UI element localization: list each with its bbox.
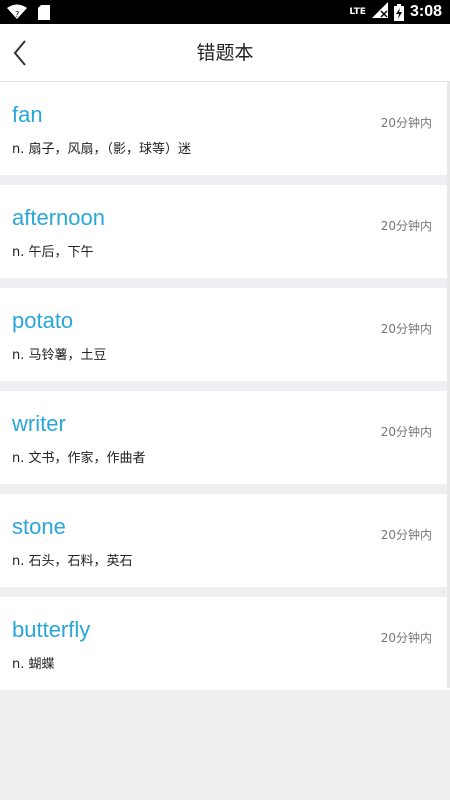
list-item[interactable]: butterfly 20分钟内 n. 蝴蝶: [0, 597, 450, 690]
word-text: potato: [12, 308, 74, 333]
app-bar: 错题本: [0, 24, 450, 82]
word-text: stone: [12, 514, 66, 539]
meaning-text: n. 文书，作家，作曲者: [12, 451, 146, 466]
word-text: butterfly: [12, 617, 91, 642]
battery-icon: [393, 3, 404, 21]
list-item[interactable]: stone 20分钟内 n. 石头，石料，英石: [0, 494, 450, 587]
list-item[interactable]: fan 20分钟内 n. 扇子，风扇，（影，球等）迷: [0, 82, 450, 175]
meaning-text: n. 蝴蝶: [12, 657, 55, 672]
list-item[interactable]: potato 20分钟内 n. 马铃薯，土豆: [0, 288, 450, 381]
time-label: 20分钟内: [380, 528, 432, 542]
word-text: afternoon: [12, 205, 105, 230]
svg-text:?: ?: [15, 10, 19, 19]
meaning-text: n. 扇子，风扇，（影，球等）迷: [12, 142, 192, 157]
meaning-text: n. 石头，石料，英石: [12, 554, 133, 569]
status-bar: ? LTE 3:08: [0, 0, 450, 24]
word-text: writer: [12, 411, 66, 436]
time-label: 20分钟内: [380, 219, 432, 233]
time-label: 20分钟内: [380, 631, 432, 645]
back-button[interactable]: [4, 35, 36, 71]
time-label: 20分钟内: [380, 116, 432, 130]
meaning-text: n. 马铃薯，土豆: [12, 348, 107, 363]
meaning-text: n. 午后，下午: [12, 245, 94, 260]
page-title: 错题本: [196, 42, 254, 64]
network-type: LTE: [349, 6, 366, 17]
back-arrow-icon: [13, 40, 26, 66]
time-label: 20分钟内: [380, 425, 432, 439]
word-text: fan: [12, 102, 43, 127]
list-item[interactable]: writer 20分钟内 n. 文书，作家，作曲者: [0, 391, 450, 484]
word-list: fan 20分钟内 n. 扇子，风扇，（影，球等）迷 afternoon 20分…: [0, 82, 450, 690]
time-label: 20分钟内: [380, 322, 432, 336]
list-item[interactable]: afternoon 20分钟内 n. 午后，下午: [0, 185, 450, 278]
wifi-icon: ?: [6, 4, 28, 20]
sd-card-icon: [38, 4, 50, 20]
clock: 3:08: [409, 3, 442, 20]
signal-icon: [371, 2, 388, 22]
